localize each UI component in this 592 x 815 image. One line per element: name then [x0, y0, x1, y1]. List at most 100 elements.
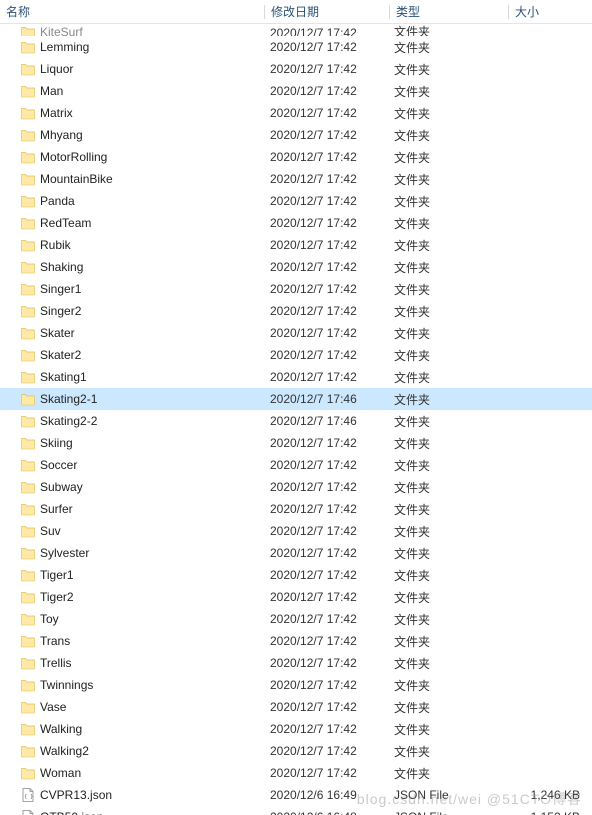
table-row[interactable]: Rubik2020/12/7 17:42文件夹: [0, 234, 592, 256]
folder-icon: [20, 303, 36, 319]
cell-name[interactable]: Soccer: [0, 457, 264, 473]
cell-name[interactable]: Shaking: [0, 259, 264, 275]
cell-name[interactable]: Singer1: [0, 281, 264, 297]
table-row[interactable]: Skating2-12020/12/7 17:46文件夹: [0, 388, 592, 410]
cell-name[interactable]: Suv: [0, 523, 264, 539]
file-name-label: Sylvester: [40, 546, 89, 560]
cell-name[interactable]: Woman: [0, 765, 264, 781]
cell-name[interactable]: Skater2: [0, 347, 264, 363]
cell-name[interactable]: Lemming: [0, 39, 264, 55]
cell-date: 2020/12/7 17:42: [264, 128, 388, 142]
table-row[interactable]: Matrix2020/12/7 17:42文件夹: [0, 102, 592, 124]
table-row[interactable]: Walking22020/12/7 17:42文件夹: [0, 740, 592, 762]
file-name-label: Walking: [40, 722, 82, 736]
table-row[interactable]: Trellis2020/12/7 17:42文件夹: [0, 652, 592, 674]
table-row[interactable]: Vase2020/12/7 17:42文件夹: [0, 696, 592, 718]
table-row[interactable]: { }OTB50.json2020/12/6 16:48JSON File1,1…: [0, 806, 592, 815]
cell-name[interactable]: MotorRolling: [0, 149, 264, 165]
table-row[interactable]: Mhyang2020/12/7 17:42文件夹: [0, 124, 592, 146]
file-list: KiteSurf2020/12/7 17:42文件夹Lemming2020/12…: [0, 24, 592, 815]
cell-type: 文件夹: [388, 699, 506, 716]
cell-name[interactable]: Vase: [0, 699, 264, 715]
table-row[interactable]: Liquor2020/12/7 17:42文件夹: [0, 58, 592, 80]
cell-name[interactable]: Subway: [0, 479, 264, 495]
cell-name[interactable]: Mhyang: [0, 127, 264, 143]
cell-date: 2020/12/7 17:42: [264, 678, 388, 692]
cell-name[interactable]: { }CVPR13.json: [0, 787, 264, 803]
table-row[interactable]: Singer12020/12/7 17:42文件夹: [0, 278, 592, 300]
cell-name[interactable]: Sylvester: [0, 545, 264, 561]
cell-name[interactable]: Skater: [0, 325, 264, 341]
cell-name[interactable]: Panda: [0, 193, 264, 209]
cell-date: 2020/12/7 17:46: [264, 414, 388, 428]
cell-date: 2020/12/7 17:42: [264, 722, 388, 736]
cell-name[interactable]: Toy: [0, 611, 264, 627]
cell-name[interactable]: Skating2-2: [0, 413, 264, 429]
column-header-name[interactable]: 名称: [0, 0, 264, 24]
table-row[interactable]: Singer22020/12/7 17:42文件夹: [0, 300, 592, 322]
table-row[interactable]: Shaking2020/12/7 17:42文件夹: [0, 256, 592, 278]
table-row[interactable]: Skiing2020/12/7 17:42文件夹: [0, 432, 592, 454]
cell-name[interactable]: Surfer: [0, 501, 264, 517]
column-header-type[interactable]: 类型: [390, 0, 508, 24]
cell-name[interactable]: KiteSurf: [0, 24, 264, 36]
cell-name[interactable]: { }OTB50.json: [0, 809, 264, 815]
cell-name[interactable]: Skiing: [0, 435, 264, 451]
table-row[interactable]: Toy2020/12/7 17:42文件夹: [0, 608, 592, 630]
table-row[interactable]: Trans2020/12/7 17:42文件夹: [0, 630, 592, 652]
table-row[interactable]: MountainBike2020/12/7 17:42文件夹: [0, 168, 592, 190]
table-row[interactable]: Man2020/12/7 17:42文件夹: [0, 80, 592, 102]
cell-name[interactable]: Skating2-1: [0, 391, 264, 407]
table-row[interactable]: Subway2020/12/7 17:42文件夹: [0, 476, 592, 498]
cell-name[interactable]: Singer2: [0, 303, 264, 319]
file-name-label: Skiing: [40, 436, 73, 450]
table-row[interactable]: Lemming2020/12/7 17:42文件夹: [0, 36, 592, 58]
cell-name[interactable]: Liquor: [0, 61, 264, 77]
cell-type: 文件夹: [388, 325, 506, 342]
cell-name[interactable]: MountainBike: [0, 171, 264, 187]
table-row[interactable]: Skater2020/12/7 17:42文件夹: [0, 322, 592, 344]
column-header-date[interactable]: 修改日期: [265, 0, 389, 24]
folder-icon: [20, 721, 36, 737]
folder-icon: [20, 61, 36, 77]
file-name-label: Soccer: [40, 458, 77, 472]
cell-name[interactable]: Walking: [0, 721, 264, 737]
cell-type: 文件夹: [388, 391, 506, 408]
cell-name[interactable]: Trellis: [0, 655, 264, 671]
cell-name[interactable]: Rubik: [0, 237, 264, 253]
table-row[interactable]: Panda2020/12/7 17:42文件夹: [0, 190, 592, 212]
cell-name[interactable]: Matrix: [0, 105, 264, 121]
cell-name[interactable]: Skating1: [0, 369, 264, 385]
table-row[interactable]: RedTeam2020/12/7 17:42文件夹: [0, 212, 592, 234]
table-row[interactable]: Skating2-22020/12/7 17:46文件夹: [0, 410, 592, 432]
table-row[interactable]: Soccer2020/12/7 17:42文件夹: [0, 454, 592, 476]
column-header-size[interactable]: 大小: [509, 0, 589, 24]
table-row[interactable]: Skating12020/12/7 17:42文件夹: [0, 366, 592, 388]
folder-icon: [20, 281, 36, 297]
table-row[interactable]: { }CVPR13.json2020/12/6 16:49JSON File1,…: [0, 784, 592, 806]
folder-icon: [20, 501, 36, 517]
cell-name[interactable]: RedTeam: [0, 215, 264, 231]
folder-icon: [20, 567, 36, 583]
table-row[interactable]: Sylvester2020/12/7 17:42文件夹: [0, 542, 592, 564]
cell-name[interactable]: Man: [0, 83, 264, 99]
cell-type: 文件夹: [388, 413, 506, 430]
table-row[interactable]: Twinnings2020/12/7 17:42文件夹: [0, 674, 592, 696]
cell-name[interactable]: Tiger2: [0, 589, 264, 605]
cell-name[interactable]: Trans: [0, 633, 264, 649]
table-row[interactable]: Surfer2020/12/7 17:42文件夹: [0, 498, 592, 520]
table-row[interactable]: Tiger22020/12/7 17:42文件夹: [0, 586, 592, 608]
table-row[interactable]: MotorRolling2020/12/7 17:42文件夹: [0, 146, 592, 168]
table-row[interactable]: Suv2020/12/7 17:42文件夹: [0, 520, 592, 542]
table-row[interactable]: Walking2020/12/7 17:42文件夹: [0, 718, 592, 740]
table-row[interactable]: Woman2020/12/7 17:42文件夹: [0, 762, 592, 784]
table-row[interactable]: Skater22020/12/7 17:42文件夹: [0, 344, 592, 366]
cell-name[interactable]: Tiger1: [0, 567, 264, 583]
table-row[interactable]: Tiger12020/12/7 17:42文件夹: [0, 564, 592, 586]
cell-name[interactable]: Twinnings: [0, 677, 264, 693]
cell-name[interactable]: Walking2: [0, 743, 264, 759]
cell-type: 文件夹: [388, 149, 506, 166]
table-row[interactable]: KiteSurf2020/12/7 17:42文件夹: [0, 24, 592, 36]
folder-icon: [20, 545, 36, 561]
cell-type: 文件夹: [388, 523, 506, 540]
